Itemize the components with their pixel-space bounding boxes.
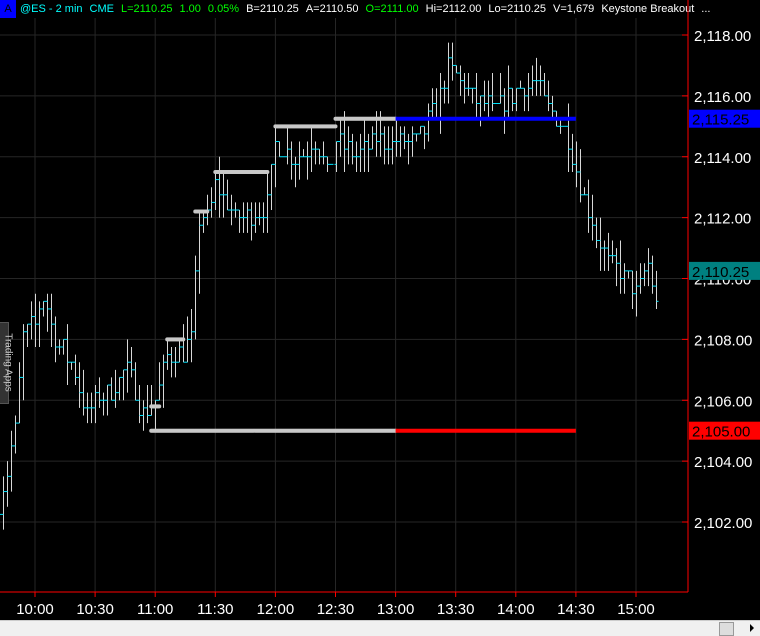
y-tick-label: 2,102.00	[694, 515, 752, 532]
y-tick-label: 2,104.00	[694, 454, 752, 471]
y-tick-label: 2,114.00	[694, 150, 751, 167]
y-tick-label: 2,118.00	[694, 28, 751, 45]
breakout-dot	[205, 209, 210, 214]
y-tick-label: 2,116.00	[694, 89, 751, 106]
x-tick-label: 11:00	[137, 601, 173, 618]
x-tick-label: 14:30	[557, 601, 595, 618]
x-tick-label: 12:00	[257, 601, 295, 618]
y-tick-label: 2,106.00	[694, 393, 752, 410]
trading-apps-label: Trading Apps	[2, 333, 14, 392]
x-tick-label: 14:00	[497, 601, 535, 618]
breakout-dot	[181, 337, 186, 342]
x-tick-label: 15:00	[617, 601, 655, 618]
last-price-label: 2,110.25	[692, 264, 749, 281]
x-tick-label: 10:30	[76, 601, 114, 618]
level-price-label: 2,105.00	[692, 424, 750, 441]
breakout-dot	[157, 404, 162, 409]
x-tick-label: 11:30	[197, 601, 233, 618]
x-tick-label: 13:30	[437, 601, 475, 618]
scroll-right-arrow-icon[interactable]	[750, 624, 754, 632]
scrollbar-thumb[interactable]	[719, 622, 734, 636]
level-price-label: 2,115.25	[692, 112, 749, 129]
y-tick-label: 2,108.00	[694, 332, 752, 349]
trading-apps-tab[interactable]: Trading Apps	[0, 322, 14, 404]
x-tick-label: 10:00	[16, 601, 54, 618]
breakout-dot	[333, 124, 338, 129]
price-chart[interactable]: 10:00 10:30 11:00 11:30 12:00 12:30 13:00 13:30…	[0, 0, 760, 620]
horizontal-scrollbar[interactable]	[0, 620, 760, 636]
x-tick-label: 12:30	[317, 601, 355, 618]
y-tick-label: 2,112.00	[694, 211, 751, 228]
x-tick-label: 13:00	[377, 601, 415, 618]
breakout-dot	[265, 169, 270, 174]
